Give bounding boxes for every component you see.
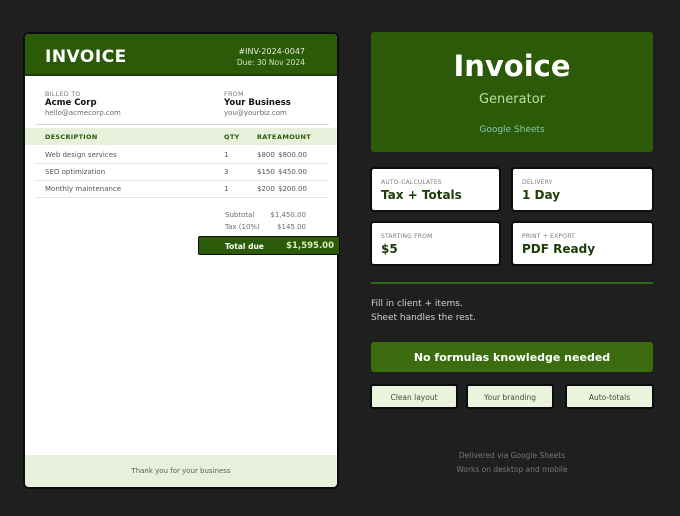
stat-label: PRINT + EXPORT [522, 233, 575, 240]
billed-to-label: BILLED TO [45, 90, 81, 98]
cta-banner[interactable]: No formulas knowledge needed [371, 342, 653, 372]
table-row: Monthly maintenance 1 $200 $200.00 [35, 181, 329, 198]
row-amount: $200.00 [278, 185, 307, 193]
hero-banner: Invoice Generator Google Sheets [371, 32, 653, 152]
feature-chip-clean-layout: Clean layout [370, 384, 458, 409]
stat-value: $5 [381, 242, 398, 256]
column-header-rate: RATE [257, 133, 277, 141]
chip-label: Clean layout [390, 393, 438, 402]
total-due-label: Total due [225, 242, 264, 251]
cta-label: No formulas knowledge needed [413, 351, 611, 364]
stat-card-price: STARTING FROM $5 [370, 221, 501, 266]
column-header-qty: QTY [224, 133, 240, 141]
billed-to-name: Acme Corp [45, 98, 97, 108]
feature-chip-auto-totals: Auto-totals [565, 384, 654, 409]
stat-card-calculates: AUTO-CALCULATES Tax + Totals [370, 167, 501, 212]
invoice-number: #INV-2024-0047 [238, 47, 305, 56]
total-due-bar: Total due $1,595.00 [198, 236, 340, 255]
column-header-amount: AMOUNT [277, 133, 311, 141]
invoice-header: INVOICE #INV-2024-0047 Due: 30 Nov 2024 [25, 34, 337, 76]
description-line-2: Sheet handles the rest. [371, 313, 476, 323]
row-rate: $150 [257, 168, 275, 176]
invoice-preview: INVOICE #INV-2024-0047 Due: 30 Nov 2024 … [23, 32, 340, 489]
row-qty: 1 [224, 151, 229, 159]
description-line-1: Fill in client + items. [371, 299, 463, 309]
row-amount: $450.00 [278, 168, 307, 176]
stat-value: Tax + Totals [381, 188, 462, 202]
row-description: Monthly maintenance [45, 185, 122, 193]
invoice-title: INVOICE [45, 47, 127, 67]
section-divider [371, 282, 653, 284]
table-row: Web design services 1 $800 $800.00 [35, 147, 329, 164]
row-rate: $200 [257, 185, 275, 193]
row-qty: 1 [224, 185, 229, 193]
stat-label: DELIVERY [522, 179, 553, 186]
row-rate: $800 [257, 151, 275, 159]
hero-title: Invoice [453, 49, 571, 83]
chip-label: Your branding [484, 393, 536, 402]
stat-card-export: PRINT + EXPORT PDF Ready [511, 221, 654, 266]
column-header-description: DESCRIPTION [45, 133, 98, 141]
tax-value: $145.00 [277, 223, 306, 231]
stat-card-delivery: DELIVERY 1 Day [511, 167, 654, 212]
from-name: Your Business [224, 98, 291, 108]
footer-message: Thank you for your business [131, 467, 231, 475]
stat-value: 1 Day [522, 188, 561, 202]
subtotal-label: Subtotal [225, 211, 255, 219]
delivery-note: Delivered via Google Sheets [458, 451, 566, 460]
table-header: DESCRIPTION QTY RATE AMOUNT [25, 128, 337, 145]
tax-label: Tax (10%) [225, 223, 260, 231]
billed-to-email: hello@acmecorp.com [45, 109, 121, 117]
chip-label: Auto-totals [588, 393, 631, 402]
invoice-footer: Thank you for your business [25, 455, 337, 487]
hero-tag: Google Sheets [479, 125, 545, 135]
stat-label: AUTO-CALCULATES [381, 179, 442, 186]
row-description: Web design services [45, 151, 117, 159]
table-row: SEO optimization 3 $150 $450.00 [35, 164, 329, 181]
divider [35, 124, 329, 125]
stat-label: STARTING FROM [381, 233, 433, 240]
total-due-value: $1,595.00 [286, 241, 334, 251]
row-qty: 3 [224, 168, 229, 176]
from-label: FROM [224, 90, 244, 98]
compatibility-note: Works on desktop and mobile [456, 465, 568, 474]
from-email: you@yourbiz.com [224, 109, 287, 117]
invoice-due-date: Due: 30 Nov 2024 [236, 58, 305, 67]
subtotal-value: $1,450.00 [270, 211, 306, 219]
hero-subtitle: Generator [478, 92, 545, 107]
row-amount: $800.00 [278, 151, 307, 159]
feature-chip-branding: Your branding [466, 384, 554, 409]
stat-value: PDF Ready [522, 242, 596, 256]
row-description: SEO optimization [45, 168, 106, 176]
